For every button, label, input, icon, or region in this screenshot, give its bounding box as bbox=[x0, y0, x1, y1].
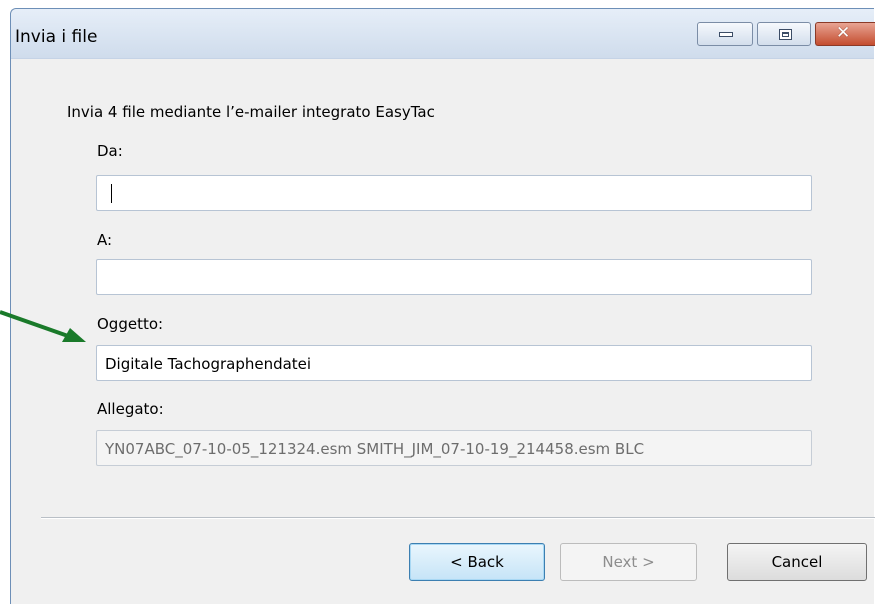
attachment-field: YN07ABC_07-10-05_121324.esm SMITH_JIM_07… bbox=[96, 430, 812, 466]
back-button[interactable]: < Back bbox=[409, 543, 545, 581]
minimize-button[interactable] bbox=[697, 22, 753, 46]
text-caret bbox=[111, 184, 112, 203]
window-title: Invia i file bbox=[15, 27, 98, 47]
cancel-button[interactable]: Cancel bbox=[727, 543, 867, 581]
dialog-window: Invia i file ✕ Invia 4 file mediante l’e… bbox=[10, 8, 875, 604]
from-label: Da: bbox=[97, 142, 123, 160]
from-field[interactable] bbox=[96, 175, 812, 211]
attachment-value: YN07ABC_07-10-05_121324.esm SMITH_JIM_07… bbox=[105, 440, 645, 458]
intro-text: Invia 4 file mediante l’e-mailer integra… bbox=[67, 103, 435, 121]
subject-field[interactable]: Digitale Tachographendatei bbox=[96, 345, 812, 381]
subject-value: Digitale Tachographendatei bbox=[105, 355, 312, 373]
minimize-icon bbox=[719, 32, 733, 37]
title-bar[interactable]: Invia i file ✕ bbox=[11, 9, 875, 59]
close-icon: ✕ bbox=[836, 23, 851, 43]
subject-label: Oggetto: bbox=[97, 315, 164, 333]
next-button[interactable]: Next > bbox=[560, 543, 697, 581]
separator bbox=[41, 517, 875, 519]
attachment-label: Allegato: bbox=[97, 400, 164, 418]
close-button[interactable]: ✕ bbox=[815, 22, 875, 46]
maximize-icon bbox=[779, 29, 792, 40]
arrow-icon bbox=[0, 310, 86, 342]
to-label: A: bbox=[97, 231, 113, 249]
maximize-button[interactable] bbox=[757, 22, 811, 46]
to-field[interactable] bbox=[96, 259, 812, 295]
